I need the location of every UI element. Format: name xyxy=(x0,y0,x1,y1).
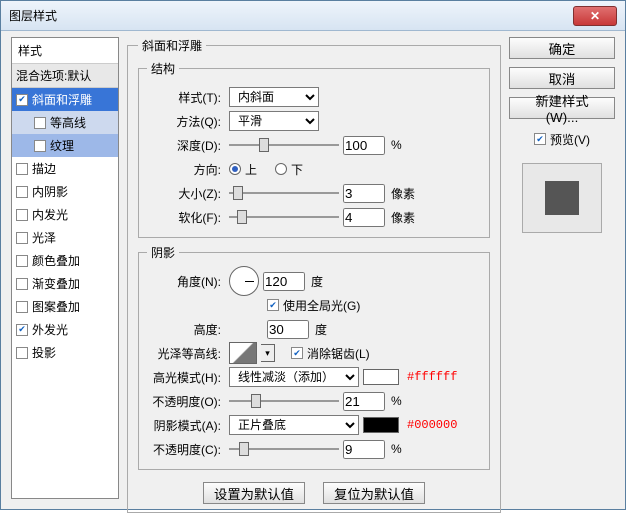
style-pattern-overlay[interactable]: 图案叠加 xyxy=(12,295,118,318)
checkbox[interactable] xyxy=(16,278,28,290)
technique-select[interactable]: 平滑 xyxy=(229,111,319,131)
depth-slider[interactable] xyxy=(229,136,339,154)
style-inner-glow[interactable]: 内发光 xyxy=(12,203,118,226)
highlight-color-swatch[interactable] xyxy=(363,369,399,385)
shading-group: 阴影 角度(N): 度 ✔ 使用全局光(G) 高度: xyxy=(138,244,490,470)
size-input[interactable] xyxy=(343,184,385,203)
titlebar: 图层样式 ✕ xyxy=(1,1,625,31)
style-texture[interactable]: 纹理 xyxy=(12,134,118,157)
style-inner-shadow[interactable]: 内阴影 xyxy=(12,180,118,203)
preview-swatch xyxy=(545,181,579,215)
checkbox[interactable] xyxy=(16,347,28,359)
styles-list: 样式 混合选项:默认 ✔斜面和浮雕 等高线 纹理 描边 内阴影 内发光 光泽 颜… xyxy=(11,37,119,499)
soften-slider[interactable] xyxy=(229,208,339,226)
bevel-panel: 斜面和浮雕 结构 样式(T): 内斜面 方法(Q): 平滑 深度(D): xyxy=(127,37,501,513)
style-contour[interactable]: 等高线 xyxy=(12,111,118,134)
close-icon: ✕ xyxy=(590,9,600,23)
angle-input[interactable] xyxy=(263,272,305,291)
checkbox[interactable] xyxy=(16,232,28,244)
size-slider[interactable] xyxy=(229,184,339,202)
preview-checkbox[interactable]: ✔ xyxy=(534,133,546,145)
panel-title: 斜面和浮雕 xyxy=(138,37,206,54)
style-gradient-overlay[interactable]: 渐变叠加 xyxy=(12,272,118,295)
styles-header: 样式 xyxy=(12,38,118,64)
soften-input[interactable] xyxy=(343,208,385,227)
make-default-button[interactable]: 设置为默认值 xyxy=(203,482,305,504)
highlight-opacity-input[interactable] xyxy=(343,392,385,411)
style-color-overlay[interactable]: 颜色叠加 xyxy=(12,249,118,272)
direction-up-radio[interactable] xyxy=(229,163,241,175)
checkbox[interactable] xyxy=(34,140,46,152)
checkbox[interactable]: ✔ xyxy=(16,94,28,106)
shadow-color-annotation: #000000 xyxy=(403,418,457,432)
style-stroke[interactable]: 描边 xyxy=(12,157,118,180)
direction-down-radio[interactable] xyxy=(275,163,287,175)
depth-input[interactable] xyxy=(343,136,385,155)
antialias-checkbox[interactable]: ✔ xyxy=(291,347,303,359)
chevron-down-icon[interactable]: ▾ xyxy=(261,344,275,362)
checkbox[interactable]: ✔ xyxy=(16,324,28,336)
highlight-opacity-slider[interactable] xyxy=(229,392,339,410)
window-title: 图层样式 xyxy=(9,7,573,24)
ok-button[interactable]: 确定 xyxy=(509,37,615,59)
checkbox[interactable] xyxy=(16,163,28,175)
shadow-opacity-slider[interactable] xyxy=(229,440,339,458)
style-outer-glow[interactable]: ✔外发光 xyxy=(12,318,118,341)
highlight-mode-select[interactable]: 线性减淡（添加） xyxy=(229,367,359,387)
checkbox[interactable] xyxy=(16,186,28,198)
layer-style-dialog: 图层样式 ✕ 样式 混合选项:默认 ✔斜面和浮雕 等高线 纹理 描边 内阴影 内… xyxy=(0,0,626,510)
checkbox[interactable] xyxy=(16,209,28,221)
shadow-color-swatch[interactable] xyxy=(363,417,399,433)
blend-options-row[interactable]: 混合选项:默认 xyxy=(12,64,118,88)
gloss-contour-picker[interactable] xyxy=(229,342,257,364)
preview-box xyxy=(522,163,602,233)
style-drop-shadow[interactable]: 投影 xyxy=(12,341,118,364)
style-satin[interactable]: 光泽 xyxy=(12,226,118,249)
shadow-mode-select[interactable]: 正片叠底 xyxy=(229,415,359,435)
style-bevel[interactable]: ✔斜面和浮雕 xyxy=(12,88,118,111)
new-style-button[interactable]: 新建样式(W)... xyxy=(509,97,615,119)
checkbox[interactable] xyxy=(16,255,28,267)
altitude-input[interactable] xyxy=(267,320,309,339)
highlight-color-annotation: #ffffff xyxy=(403,370,457,384)
checkbox[interactable] xyxy=(34,117,46,129)
shadow-opacity-input[interactable] xyxy=(343,440,385,459)
reset-default-button[interactable]: 复位为默认值 xyxy=(323,482,425,504)
global-light-checkbox[interactable]: ✔ xyxy=(267,299,279,311)
angle-dial[interactable] xyxy=(229,266,259,296)
style-select[interactable]: 内斜面 xyxy=(229,87,319,107)
close-button[interactable]: ✕ xyxy=(573,6,617,26)
checkbox[interactable] xyxy=(16,301,28,313)
structure-group: 结构 样式(T): 内斜面 方法(Q): 平滑 深度(D): % xyxy=(138,60,490,238)
cancel-button[interactable]: 取消 xyxy=(509,67,615,89)
